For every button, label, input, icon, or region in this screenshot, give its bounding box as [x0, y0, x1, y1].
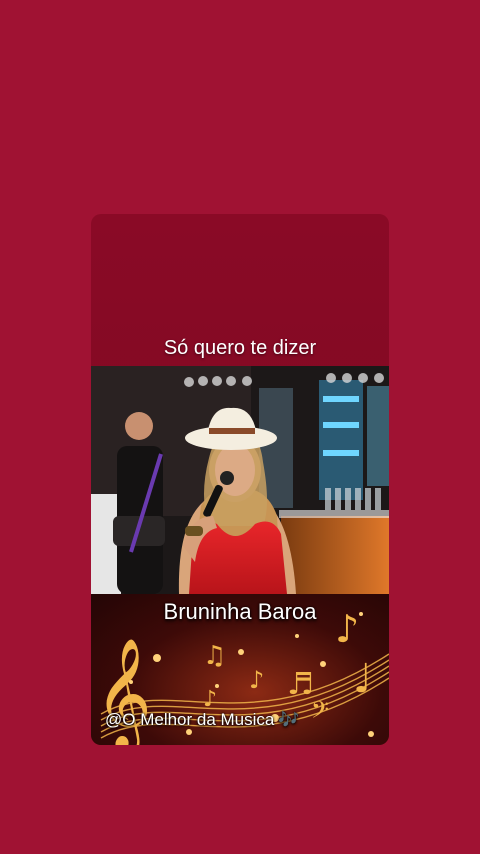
svg-text:𝄢: 𝄢 — [311, 696, 329, 729]
music-notes-emoji: 🎶 — [278, 710, 300, 729]
svg-text:♬: ♬ — [287, 667, 314, 702]
video-frame[interactable] — [91, 366, 389, 594]
channel-handle[interactable]: @O Melhor da Musica 🎶 — [105, 710, 300, 730]
video-card[interactable]: Só quero te dizer 𝄞 ♪ ♫ ♩ ♪ ♬ 𝄢 ♪ Brunin… — [91, 214, 389, 745]
svg-text:♩: ♩ — [353, 656, 372, 702]
artist-name: Bruninha Baroa — [163, 599, 317, 624]
svg-text:♪: ♪ — [249, 666, 264, 694]
lyric-line: Só quero te dizer — [163, 337, 317, 359]
svg-text:♫: ♫ — [203, 641, 226, 671]
singer-performance-image — [91, 366, 389, 594]
svg-text:♪: ♪ — [203, 687, 217, 712]
channel-handle-text: @O Melhor da Musica — [105, 710, 275, 729]
